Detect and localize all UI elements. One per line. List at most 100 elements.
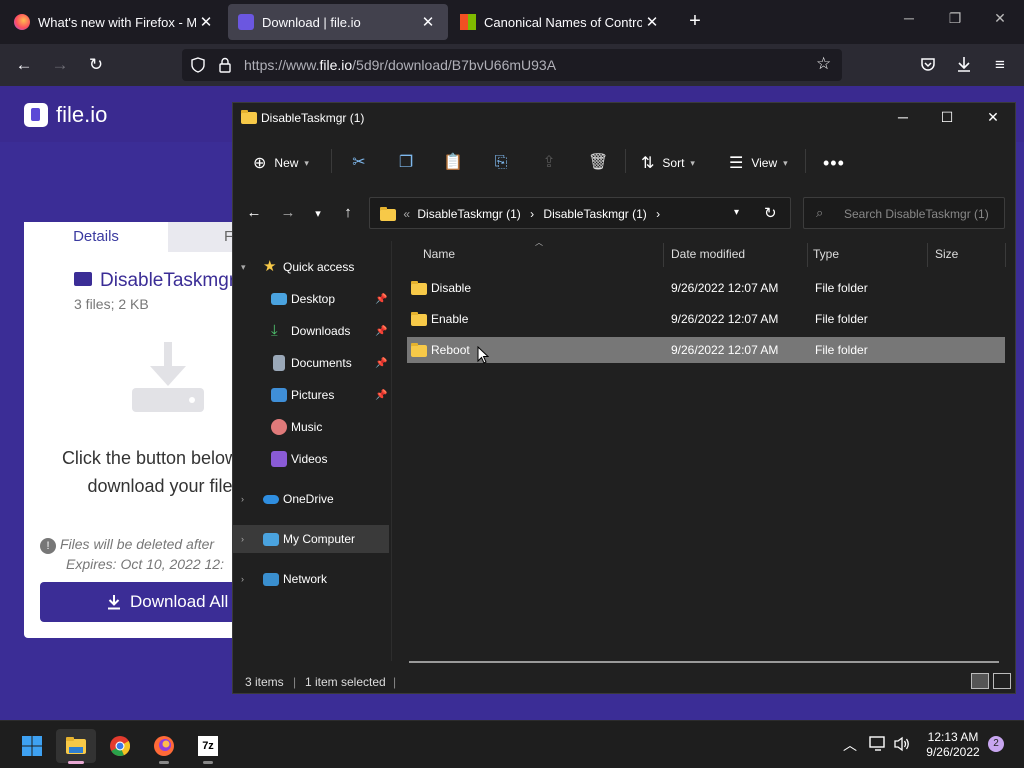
menu-icon[interactable]: ≡: [988, 54, 1012, 76]
downloads-icon[interactable]: [955, 55, 973, 73]
pin-icon[interactable]: 📌: [375, 294, 387, 305]
table-row[interactable]: Reboot 9/26/2022 12:07 AM File folder: [407, 337, 1005, 363]
column-divider[interactable]: [807, 243, 808, 267]
column-header-size[interactable]: Size: [935, 241, 958, 267]
copy-icon[interactable]: ❐: [396, 151, 416, 175]
column-divider[interactable]: [927, 243, 928, 267]
taskbar-chrome[interactable]: [100, 729, 140, 763]
shield-icon[interactable]: [190, 57, 206, 73]
overflow-icon[interactable]: «: [403, 207, 410, 221]
mouse-cursor-icon: [477, 346, 489, 364]
column-header-date[interactable]: Date modified: [671, 241, 745, 267]
taskbar-file-explorer[interactable]: [56, 729, 96, 764]
chevron-right-icon[interactable]: ›: [241, 574, 244, 584]
minimize-icon[interactable]: ─: [893, 109, 913, 125]
chevron-right-icon[interactable]: ›: [241, 494, 244, 504]
cut-icon[interactable]: ✂: [349, 151, 369, 175]
tiles-view-icon[interactable]: [993, 673, 1011, 689]
system-clock[interactable]: 12:13 AM 9/26/2022: [918, 730, 988, 760]
share-icon[interactable]: ⇪: [539, 151, 559, 175]
display-icon[interactable]: [869, 736, 887, 752]
column-divider[interactable]: [1005, 243, 1006, 267]
back-icon[interactable]: ←: [245, 204, 263, 221]
sort-button[interactable]: ⇅ Sort ▾: [641, 151, 695, 175]
pin-icon[interactable]: 📌: [375, 358, 387, 369]
sidebar-item-onedrive[interactable]: › OneDrive: [233, 485, 389, 513]
start-button[interactable]: [12, 729, 52, 763]
sidebar-item-music[interactable]: Music: [233, 413, 389, 441]
tab-details[interactable]: Details: [24, 222, 168, 252]
sidebar-item-downloads[interactable]: ⤓ Downloads 📌: [233, 317, 389, 345]
pin-icon[interactable]: 📌: [375, 390, 387, 401]
forward-icon[interactable]: →: [48, 54, 72, 76]
pocket-icon[interactable]: [919, 56, 937, 74]
folder-icon: [411, 312, 427, 326]
rename-icon[interactable]: ⎘: [491, 151, 511, 175]
breadcrumb-item[interactable]: DisableTaskmgr (1): [417, 207, 520, 221]
show-hidden-icons-chevron-icon[interactable]: ︿: [843, 735, 857, 755]
chevron-right-icon[interactable]: ›: [656, 207, 660, 221]
browser-nav-bar: ← → ↻ https://www.file.io/5d9r/download/…: [0, 44, 1024, 86]
back-icon[interactable]: ←: [12, 54, 36, 76]
refresh-icon[interactable]: ↻: [764, 204, 777, 222]
volume-icon[interactable]: [893, 736, 911, 752]
tab-whats-new[interactable]: What's new with Firefox - More ✕: [4, 4, 226, 40]
up-icon[interactable]: ↑: [339, 204, 357, 221]
sidebar-item-desktop[interactable]: Desktop 📌: [233, 285, 389, 313]
close-tab-icon[interactable]: ✕: [642, 13, 662, 31]
close-window-icon[interactable]: ✕: [988, 10, 1012, 27]
delete-note: Files will be deleted after: [60, 536, 215, 552]
bookmark-star-icon[interactable]: ☆: [816, 54, 831, 74]
column-divider[interactable]: [663, 243, 664, 267]
lock-icon[interactable]: [218, 57, 232, 73]
clock-time: 12:13 AM: [927, 730, 979, 744]
fileio-logo[interactable]: file.io: [24, 102, 107, 128]
reload-icon[interactable]: ↻: [84, 54, 108, 76]
pin-icon[interactable]: 📌: [375, 326, 387, 337]
chevron-right-icon[interactable]: ›: [530, 207, 534, 221]
table-row[interactable]: Disable 9/26/2022 12:07 AM File folder: [407, 275, 1005, 301]
file-date: 9/26/2022 12:07 AM: [671, 343, 779, 357]
sidebar-item-network[interactable]: › Network: [233, 565, 389, 593]
recent-locations-chevron-icon[interactable]: ▾: [309, 207, 327, 220]
new-button[interactable]: ⊕ New ▾: [253, 151, 309, 175]
download-all-button[interactable]: Download All: [40, 582, 240, 622]
chevron-down-icon[interactable]: ▾: [241, 262, 246, 273]
delete-icon[interactable]: 🗑: [588, 151, 608, 175]
file-explorer-icon: [66, 737, 86, 754]
minimize-icon[interactable]: ─: [897, 10, 921, 26]
table-row[interactable]: Enable 9/26/2022 12:07 AM File folder: [407, 306, 1005, 332]
tab-canonical-names[interactable]: Canonical Names of Control Pa ✕: [450, 4, 672, 40]
close-window-icon[interactable]: ✕: [983, 109, 1003, 126]
search-input[interactable]: ⌕ Search DisableTaskmgr (1): [803, 197, 1005, 229]
taskbar: 7z ︿ 12:13 AM 9/26/2022: [0, 720, 1024, 768]
forward-icon[interactable]: →: [279, 204, 297, 221]
taskbar-firefox[interactable]: [144, 729, 184, 764]
sidebar-item-my-computer[interactable]: › My Computer: [233, 525, 389, 553]
sidebar-item-pictures[interactable]: Pictures 📌: [233, 381, 389, 409]
close-tab-icon[interactable]: ✕: [418, 13, 438, 31]
details-view-icon[interactable]: [971, 673, 989, 689]
address-dropdown-icon[interactable]: ▾: [734, 207, 739, 218]
column-header-type[interactable]: Type: [813, 241, 839, 267]
more-options-icon[interactable]: •••: [823, 151, 845, 175]
paste-icon[interactable]: 📋: [443, 151, 463, 175]
view-button[interactable]: ☰ View ▾: [729, 151, 788, 175]
column-header-name[interactable]: Name: [423, 241, 455, 267]
explorer-title-bar[interactable]: DisableTaskmgr (1) ─ ☐ ✕: [233, 103, 1015, 133]
url-bar[interactable]: https://www.file.io/5d9r/download/B7bvU6…: [182, 49, 842, 81]
sidebar-item-documents[interactable]: Documents 📌: [233, 349, 389, 377]
sidebar-item-videos[interactable]: Videos: [233, 445, 389, 473]
taskbar-7zip[interactable]: 7z: [188, 729, 228, 764]
maximize-icon[interactable]: ☐: [937, 109, 957, 126]
sidebar-item-quick-access[interactable]: ▾ ★ Quick access: [233, 253, 389, 281]
restore-icon[interactable]: ❐: [943, 10, 967, 27]
close-tab-icon[interactable]: ✕: [196, 13, 216, 31]
notification-badge[interactable]: 2: [988, 736, 1004, 752]
horizontal-scrollbar[interactable]: [409, 661, 999, 663]
address-bar[interactable]: « DisableTaskmgr (1) › DisableTaskmgr (1…: [369, 197, 791, 229]
new-tab-icon[interactable]: +: [683, 10, 707, 34]
chevron-right-icon[interactable]: ›: [241, 534, 244, 544]
breadcrumb-item[interactable]: DisableTaskmgr (1): [543, 207, 646, 221]
tab-download-fileio[interactable]: Download | file.io ✕: [228, 4, 448, 40]
